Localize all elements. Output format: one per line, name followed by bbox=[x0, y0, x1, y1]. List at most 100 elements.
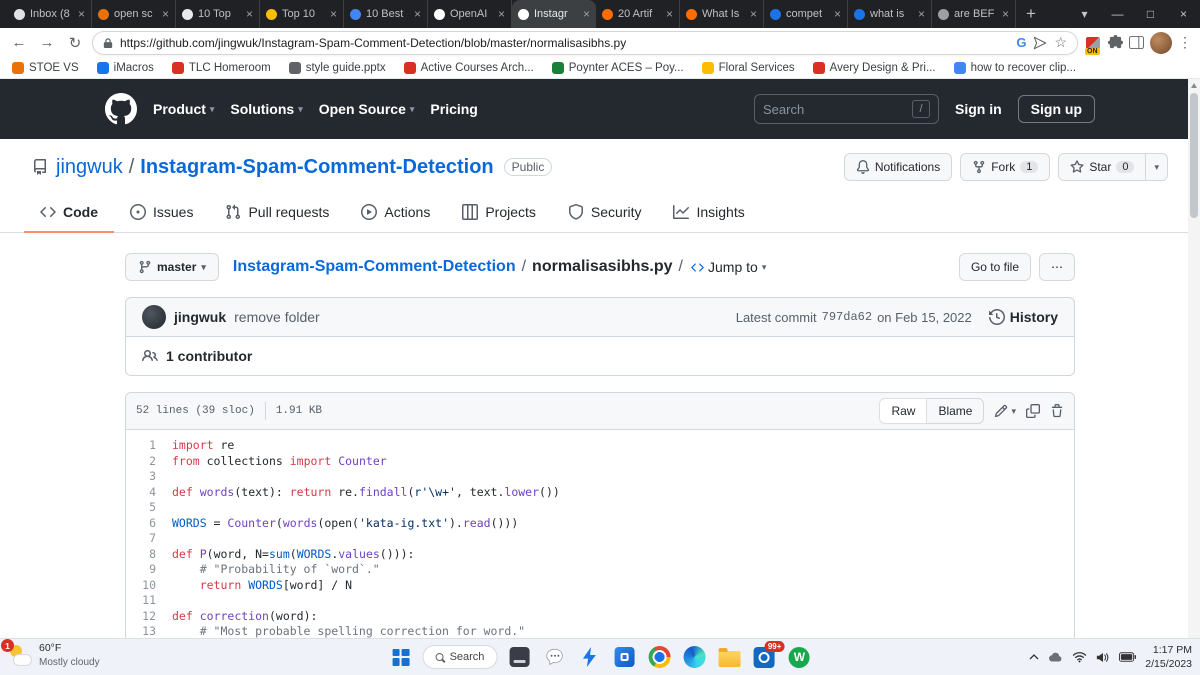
bookmark-item[interactable]: iMacros bbox=[97, 62, 154, 74]
tab-close-icon[interactable]: × bbox=[834, 8, 841, 20]
google-g-icon[interactable]: G bbox=[1016, 35, 1026, 50]
more-options-button[interactable]: ⋯ bbox=[1039, 253, 1075, 281]
back-button[interactable]: ← bbox=[8, 34, 30, 51]
tab-close-icon[interactable]: × bbox=[498, 8, 505, 20]
tab-close-icon[interactable]: × bbox=[162, 8, 169, 20]
bookmark-item[interactable]: TLC Homeroom bbox=[172, 62, 271, 74]
battery-icon[interactable] bbox=[1119, 652, 1136, 662]
line-number[interactable]: 2 bbox=[126, 454, 172, 470]
line-number[interactable]: 12 bbox=[126, 609, 172, 625]
line-number[interactable]: 7 bbox=[126, 531, 172, 547]
commit-sha[interactable]: 797da62 bbox=[822, 310, 872, 324]
page-scrollbar[interactable] bbox=[1188, 79, 1200, 638]
repo-tab-actions[interactable]: Actions bbox=[345, 195, 446, 233]
minimize-button[interactable]: — bbox=[1101, 0, 1134, 28]
tab-close-icon[interactable]: × bbox=[750, 8, 757, 20]
repo-tab-code[interactable]: Code bbox=[24, 195, 114, 233]
star-dropdown-button[interactable]: ▾ bbox=[1146, 153, 1168, 181]
tab-close-icon[interactable]: × bbox=[1002, 8, 1009, 20]
blue-app-icon[interactable] bbox=[611, 642, 637, 672]
outlook-icon[interactable]: 99+ bbox=[751, 642, 777, 672]
browser-tab[interactable]: What Is× bbox=[680, 0, 764, 28]
line-number[interactable]: 3 bbox=[126, 469, 172, 485]
bookmark-item[interactable]: Floral Services bbox=[702, 62, 795, 74]
commit-author[interactable]: jingwuk bbox=[174, 309, 226, 325]
refresh-button[interactable]: ↻ bbox=[64, 34, 86, 52]
bookmark-star-icon[interactable]: ☆ bbox=[1054, 34, 1067, 51]
bolt-app-icon[interactable] bbox=[576, 642, 602, 672]
github-nav-item[interactable]: Open Source▾ bbox=[319, 101, 415, 117]
scroll-up-arrow[interactable] bbox=[1191, 83, 1197, 88]
repo-tab-pull-requests[interactable]: Pull requests bbox=[209, 195, 345, 233]
browser-tab[interactable]: Inbox (8× bbox=[8, 0, 92, 28]
browser-tab[interactable]: Instagr× bbox=[512, 0, 596, 28]
line-number[interactable]: 6 bbox=[126, 516, 172, 532]
tray-chevron-up-icon[interactable] bbox=[1029, 654, 1039, 660]
breadcrumb-repo-link[interactable]: Instagram-Spam-Comment-Detection bbox=[233, 258, 516, 276]
wifi-icon[interactable] bbox=[1072, 651, 1087, 663]
file-explorer-icon[interactable] bbox=[716, 642, 742, 672]
bookmark-item[interactable]: style guide.pptx bbox=[289, 62, 386, 74]
bookmark-item[interactable]: Avery Design & Pri... bbox=[813, 62, 936, 74]
commit-author-avatar[interactable] bbox=[142, 305, 166, 329]
sign-up-button[interactable]: Sign up bbox=[1018, 95, 1095, 123]
contributors-bar[interactable]: 1 contributor bbox=[125, 337, 1075, 376]
github-logo[interactable] bbox=[105, 93, 137, 125]
start-button[interactable] bbox=[388, 642, 414, 672]
forward-button[interactable]: → bbox=[36, 34, 58, 51]
tab-close-icon[interactable]: × bbox=[583, 8, 590, 20]
bookmark-item[interactable]: how to recover clip... bbox=[954, 62, 1076, 74]
taskbar-search[interactable]: Search bbox=[423, 645, 498, 669]
jump-to-button[interactable]: Jump to ▾ bbox=[691, 259, 766, 275]
bookmark-item[interactable]: Poynter ACES – Poy... bbox=[552, 62, 684, 74]
scrollbar-thumb[interactable] bbox=[1190, 93, 1198, 218]
word-app-icon[interactable]: W bbox=[786, 642, 812, 672]
browser-menu-icon[interactable]: ⋮ bbox=[1178, 34, 1192, 51]
browser-tab[interactable]: 20 Artif× bbox=[596, 0, 680, 28]
edge-icon[interactable] bbox=[681, 642, 707, 672]
line-number[interactable]: 8 bbox=[126, 547, 172, 563]
browser-tab[interactable]: are BEF× bbox=[932, 0, 1016, 28]
github-nav-item[interactable]: Pricing bbox=[430, 101, 477, 117]
repo-owner-link[interactable]: jingwuk bbox=[56, 156, 123, 179]
line-number[interactable]: 5 bbox=[126, 500, 172, 516]
browser-tab[interactable]: OpenAI× bbox=[428, 0, 512, 28]
copy-file-button[interactable] bbox=[1026, 404, 1040, 418]
repo-tab-issues[interactable]: Issues bbox=[114, 195, 209, 233]
browser-tab[interactable]: Top 10× bbox=[260, 0, 344, 28]
tab-close-icon[interactable]: × bbox=[414, 8, 421, 20]
browser-tab[interactable]: 10 Top× bbox=[176, 0, 260, 28]
line-number[interactable]: 1 bbox=[126, 438, 172, 454]
history-link[interactable]: History bbox=[989, 309, 1058, 325]
side-panel-icon[interactable] bbox=[1129, 36, 1144, 49]
commit-message[interactable]: remove folder bbox=[234, 309, 320, 325]
line-number[interactable]: 11 bbox=[126, 593, 172, 609]
tab-close-icon[interactable]: × bbox=[666, 8, 673, 20]
tab-close-icon[interactable]: × bbox=[330, 8, 337, 20]
delete-file-button[interactable] bbox=[1050, 404, 1064, 418]
new-tab-button[interactable]: + bbox=[1026, 4, 1036, 24]
volume-icon[interactable] bbox=[1096, 652, 1110, 663]
tab-close-icon[interactable]: × bbox=[78, 8, 85, 20]
github-search-input[interactable]: Search / bbox=[754, 94, 939, 124]
bookmark-item[interactable]: STOE VS bbox=[12, 62, 79, 74]
star-button[interactable]: Star 0 bbox=[1058, 153, 1146, 181]
browser-tab[interactable]: compet× bbox=[764, 0, 848, 28]
onedrive-cloud-icon[interactable] bbox=[1048, 652, 1063, 662]
tab-close-icon[interactable]: × bbox=[246, 8, 253, 20]
chat-app-icon[interactable] bbox=[541, 642, 567, 672]
repo-tab-security[interactable]: Security bbox=[552, 195, 658, 233]
browser-profile-avatar[interactable] bbox=[1150, 32, 1172, 54]
github-nav-item[interactable]: Product▾ bbox=[153, 101, 214, 117]
line-number[interactable]: 4 bbox=[126, 485, 172, 501]
bookmark-item[interactable]: Active Courses Arch... bbox=[404, 62, 534, 74]
address-bar[interactable]: https://github.com/jingwuk/Instagram-Spa… bbox=[92, 31, 1078, 55]
chrome-icon[interactable] bbox=[646, 642, 672, 672]
line-number[interactable]: 13 bbox=[126, 624, 172, 638]
raw-button[interactable]: Raw bbox=[879, 398, 927, 424]
tab-close-icon[interactable]: × bbox=[918, 8, 925, 20]
browser-tab[interactable]: 10 Best× bbox=[344, 0, 428, 28]
github-nav-item[interactable]: Solutions▾ bbox=[230, 101, 302, 117]
fork-button[interactable]: Fork 1 bbox=[960, 153, 1050, 181]
notifications-button[interactable]: Notifications bbox=[844, 153, 952, 181]
